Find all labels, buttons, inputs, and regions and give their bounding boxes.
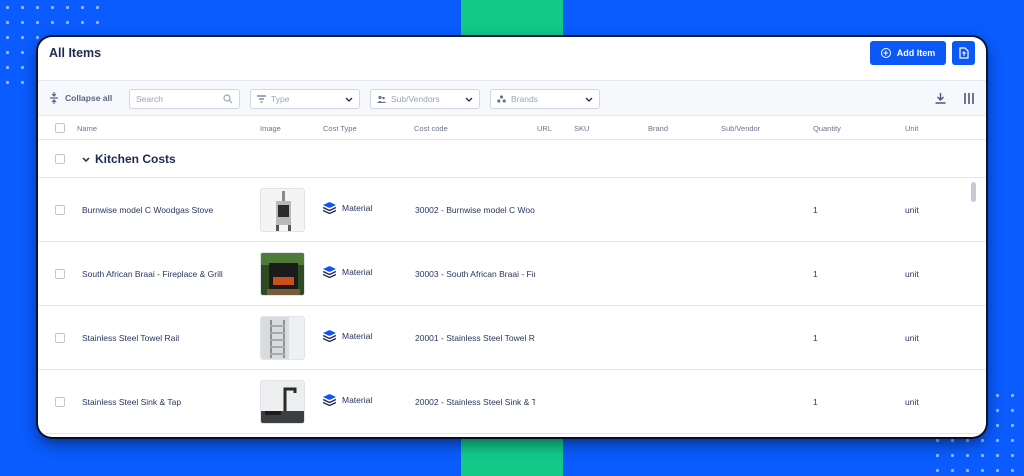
subvendors-filter-select[interactable]: Sub/Vendors	[370, 89, 480, 109]
row-checkbox[interactable]	[55, 205, 65, 215]
export-file-button[interactable]	[952, 41, 975, 65]
cost-type: Material	[323, 330, 372, 342]
cost-type-label: Material	[342, 203, 373, 213]
chevron-down-icon	[82, 156, 90, 162]
cost-code: 30003 - South African Braai - Fireplace …	[415, 269, 535, 279]
download-icon[interactable]	[935, 93, 946, 104]
item-name[interactable]: Burnwise model C Woodgas Stove	[82, 205, 213, 215]
unit: unit	[905, 397, 919, 407]
column-url[interactable]: URL	[537, 124, 552, 133]
row-checkbox[interactable]	[55, 333, 65, 343]
layers-icon	[323, 330, 336, 342]
collapse-all-button[interactable]: Collapse all	[49, 92, 112, 104]
group-toggle[interactable]: Kitchen Costs	[82, 152, 176, 166]
plus-circle-icon: +	[880, 48, 891, 58]
unit: unit	[905, 205, 919, 215]
column-unit[interactable]: Unit	[905, 124, 918, 133]
search-placeholder: Search	[136, 94, 163, 104]
column-sku[interactable]: SKU	[574, 124, 589, 133]
chevron-down-icon	[345, 97, 353, 102]
column-cost-code[interactable]: Cost code	[414, 124, 448, 133]
stove-image	[260, 188, 305, 232]
item-name[interactable]: South African Braai - Fireplace & Grill	[82, 269, 223, 279]
cost-type: Material	[323, 202, 372, 214]
column-brand[interactable]: Brand	[648, 124, 668, 133]
subvendors-placeholder: Sub/Vendors	[391, 94, 440, 104]
sink-image	[260, 380, 305, 424]
table-body: Kitchen Costs Burnwise model C Woodgas S…	[38, 140, 986, 437]
decor-green-bar-bottom	[461, 434, 563, 476]
cost-type-label: Material	[342, 267, 373, 277]
row-checkbox[interactable]	[55, 269, 65, 279]
column-quantity[interactable]: Quantity	[813, 124, 841, 133]
page-title: All Items	[49, 46, 102, 60]
braai-image	[260, 252, 305, 296]
cost-type-label: Material	[342, 331, 373, 341]
table-header: Name Image Cost Type Cost code URL SKU B…	[38, 116, 986, 140]
table-row[interactable]: Stainless Steel Towel Rail Material 2000…	[38, 306, 986, 370]
column-cost-type[interactable]: Cost Type	[323, 124, 357, 133]
table-row[interactable]: South African Braai - Fireplace & Grill …	[38, 242, 986, 306]
brands-filter-select[interactable]: Brands	[490, 89, 600, 109]
unit: unit	[905, 269, 919, 279]
quantity: 1	[813, 205, 818, 215]
add-item-label: Add Item	[896, 48, 936, 58]
brands-placeholder: Brands	[511, 94, 538, 104]
layers-icon	[323, 394, 336, 406]
column-image[interactable]: Image	[260, 124, 281, 133]
group-row-kitchen-costs[interactable]: Kitchen Costs	[38, 140, 986, 178]
cost-code: 20001 - Stainless Steel Towel Rail	[415, 333, 535, 343]
window-header: All Items + Add Item	[38, 37, 986, 81]
towel-rail-image	[260, 316, 305, 360]
cost-type: Material	[323, 394, 372, 406]
decor-green-bar-top	[461, 0, 563, 40]
item-name[interactable]: Stainless Steel Sink & Tap	[82, 397, 181, 407]
group-label: Kitchen Costs	[95, 152, 176, 166]
group-checkbox[interactable]	[55, 154, 65, 164]
unit: unit	[905, 333, 919, 343]
cost-type-label: Material	[342, 395, 373, 405]
quantity: 1	[813, 397, 818, 407]
type-placeholder: Type	[271, 94, 290, 104]
row-checkbox[interactable]	[55, 397, 65, 407]
users-icon	[377, 95, 386, 103]
select-all-checkbox[interactable]	[55, 123, 65, 133]
table-row[interactable]: Burnwise model C Woodgas Stove Material …	[38, 178, 986, 242]
column-sub-vendor[interactable]: Sub/Vendor	[721, 124, 760, 133]
collapse-all-label: Collapse all	[65, 93, 113, 103]
all-items-window: All Items + Add Item Collapse all Search	[38, 37, 986, 437]
cost-type: Material	[323, 266, 372, 278]
cost-code: 30002 - Burnwise model C Woodgas Stove	[415, 205, 535, 215]
quantity: 1	[813, 269, 818, 279]
filter-toolbar: Collapse all Search Type Sub/Vendors Bra…	[38, 81, 986, 116]
column-name[interactable]: Name	[77, 124, 97, 133]
search-input[interactable]: Search	[129, 89, 240, 109]
file-export-icon	[958, 47, 969, 59]
chevron-down-icon	[465, 97, 473, 102]
cost-code: 20002 - Stainless Steel Sink & Tap	[415, 397, 535, 407]
type-filter-select[interactable]: Type	[250, 89, 360, 109]
table-row[interactable]: Stainless Steel Sink & Tap Material 2000…	[38, 370, 986, 434]
layers-icon	[323, 266, 336, 278]
scrollbar-thumb[interactable]	[971, 182, 976, 202]
collapse-icon	[50, 92, 58, 104]
columns-icon[interactable]	[964, 93, 974, 104]
brands-icon	[497, 95, 506, 103]
layers-icon	[323, 202, 336, 214]
item-name[interactable]: Stainless Steel Towel Rail	[82, 333, 179, 343]
quantity: 1	[813, 333, 818, 343]
search-icon	[223, 94, 233, 104]
add-item-button[interactable]: + Add Item	[870, 41, 946, 65]
chevron-down-icon	[585, 97, 593, 102]
filter-icon	[257, 95, 266, 103]
